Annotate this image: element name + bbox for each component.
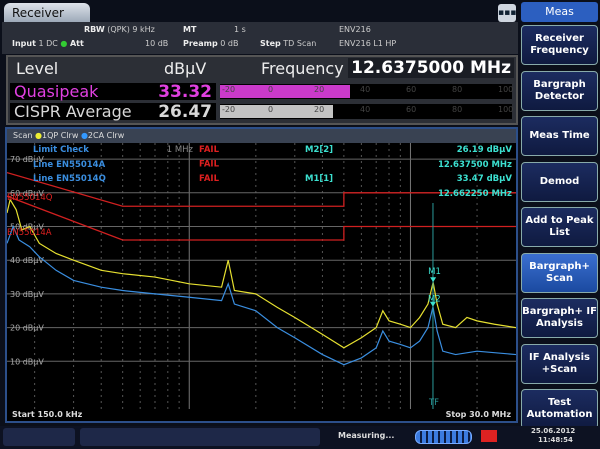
- status-led-icon: ●: [60, 39, 68, 48]
- scale-tick: -20: [222, 85, 236, 94]
- marker-m1-label: M1[1]: [305, 174, 333, 184]
- y-tick-label: 40 dBµV: [10, 256, 44, 265]
- scan-label: Scan: [13, 131, 33, 140]
- scale-tick: 0: [268, 105, 274, 114]
- step-label: Step: [260, 39, 281, 48]
- rbw-value: (QPK) 9 kHz: [107, 25, 155, 34]
- frequency-label: Frequency: [261, 59, 344, 78]
- att-value: 10 dB: [145, 39, 169, 48]
- softkey-bargraph-if-analysis[interactable]: Bargraph+ IF Analysis: [521, 298, 598, 338]
- softkey-add-to-peak-list[interactable]: Add to Peak List: [521, 207, 598, 247]
- detector-label: Quasipeak: [14, 82, 99, 101]
- stop-frequency: Stop 30.0 MHz: [445, 410, 511, 419]
- input-label: Input: [12, 39, 36, 48]
- bargraph-panel: Level dBµV Frequency 12.6375000 MHz Quas…: [6, 55, 518, 125]
- scale-tick: 100: [498, 105, 514, 114]
- trace2-label[interactable]: 2CA Clrw: [88, 131, 124, 140]
- y-tick-label: 30 dBµV: [10, 290, 44, 299]
- scale-tick: 20: [314, 105, 325, 114]
- tf-label: TF: [428, 398, 439, 408]
- softkey-title: Meas: [521, 2, 598, 22]
- rbw-label: RBW: [84, 25, 105, 34]
- y-tick-label: 10 dBµV: [10, 357, 44, 366]
- att-label: Att: [69, 39, 84, 48]
- detector-value: 33.32: [158, 82, 212, 102]
- preamp-label: Preamp: [183, 39, 218, 48]
- unit-label: dBµV: [164, 59, 207, 78]
- date: 25.06.2012: [531, 427, 576, 435]
- meter-row: CISPR Average 26.47: [10, 102, 216, 122]
- limit-fail-label: FAIL: [199, 160, 220, 170]
- limit-a-tag: EN55014A: [7, 228, 52, 238]
- menu-icon[interactable]: ▪▪▪: [498, 4, 516, 22]
- marker-m2-value: 26.19 dBµV: [457, 145, 513, 155]
- env-label: ENV216: [339, 25, 371, 34]
- meter-row: Quasipeak 33.32: [10, 82, 216, 102]
- trace1-label[interactable]: 1QP Clrw: [42, 131, 78, 140]
- level-bar: -20 0 20 40 60 80 100: [220, 84, 514, 99]
- scale-tick: 20: [314, 85, 325, 94]
- overload-icon: [481, 430, 497, 442]
- softkey-test-automation[interactable]: Test Automation: [521, 389, 598, 429]
- spectrum-plot[interactable]: 10 dBµV20 dBµV30 dBµV40 dBµV50 dBµV60 dB…: [7, 143, 516, 411]
- settings-header: RBW (QPK) 9 kHz MT 1 s ENV216 Input 1 DC…: [2, 22, 518, 54]
- mt-label: MT: [183, 25, 197, 34]
- frequency-value[interactable]: 12.6375000 MHz: [348, 58, 514, 78]
- level-bar: -20 0 20 40 60 80 100: [220, 104, 514, 119]
- scale-tick: 40: [360, 105, 371, 114]
- softkey-if-analysis-scan[interactable]: IF Analysis +Scan: [521, 343, 598, 384]
- scale-tick: 100: [498, 85, 514, 94]
- softkey-bargraph-detector[interactable]: Bargraph Detector: [521, 70, 598, 111]
- level-bar-fill: [220, 85, 350, 98]
- y-tick-label: 20 dBµV: [10, 324, 44, 333]
- input-value: 1 DC: [38, 39, 58, 48]
- softkey-receiver-frequency[interactable]: Receiver Frequency: [521, 25, 598, 65]
- marker-m2-label: M2[2]: [305, 145, 333, 155]
- scale-tick: 80: [452, 105, 463, 114]
- limit-check-label: Limit Check: [33, 145, 89, 155]
- progress-bar: [415, 430, 472, 444]
- limit-line-a-label: Line EN55014A: [33, 160, 106, 170]
- limit-line-q-label: Line EN55014Q: [33, 174, 106, 184]
- freq-1mhz-label: 1 MHz: [167, 145, 194, 155]
- start-frequency: Start 150.0 kHz: [12, 410, 83, 419]
- time: 11:48:54: [538, 436, 573, 444]
- mt-value: 1 s: [234, 25, 246, 34]
- detector-label: CISPR Average: [14, 102, 132, 121]
- level-label: Level: [16, 59, 59, 78]
- limit-fail-label: FAIL: [199, 174, 220, 184]
- marker-m1-frequency: 12.662250 MHz: [438, 189, 512, 199]
- env-setting: ENV216 L1 HP: [339, 39, 397, 48]
- softkey-demod[interactable]: Demod: [521, 161, 598, 202]
- preamp-value: 0 dB: [220, 39, 239, 48]
- status-text: Measuring...: [338, 431, 395, 440]
- status-bar: Measuring... 25.06.2012 11:48:54: [0, 426, 600, 449]
- limit-fail-label: FAIL: [199, 145, 220, 155]
- scale-tick: -20: [222, 105, 236, 114]
- trace1-dot-icon: ●: [35, 131, 42, 140]
- marker-m2-frequency: 12.637500 MHz: [438, 160, 512, 170]
- tab-receiver[interactable]: Receiver: [4, 3, 90, 23]
- scale-tick: 40: [360, 85, 371, 94]
- scale-tick: 60: [406, 105, 417, 114]
- detector-value: 26.47: [158, 102, 212, 122]
- trace2-dot-icon: ●: [80, 131, 88, 140]
- scale-tick: 80: [452, 85, 463, 94]
- step-value: TD Scan: [283, 39, 317, 48]
- softkey-bargraph-scan[interactable]: Bargraph+ Scan: [521, 252, 598, 293]
- scan-diagram: Scan ●1QP Clrw ●2CA Clrw 10 dBµV 20 dBµV 3…: [5, 127, 518, 423]
- scale-tick: 0: [268, 85, 274, 94]
- marker-m1-value: 33.47 dBµV: [457, 174, 513, 184]
- scale-tick: 60: [406, 85, 417, 94]
- marker-m1-tag: M1: [428, 267, 441, 277]
- marker-m2-tag: M2: [428, 295, 441, 305]
- softkey-meas-time[interactable]: Meas Time: [521, 116, 598, 156]
- status-field-2: [80, 428, 320, 446]
- limit-q-tag: EN55014Q: [7, 193, 53, 203]
- status-field-1: [3, 428, 75, 446]
